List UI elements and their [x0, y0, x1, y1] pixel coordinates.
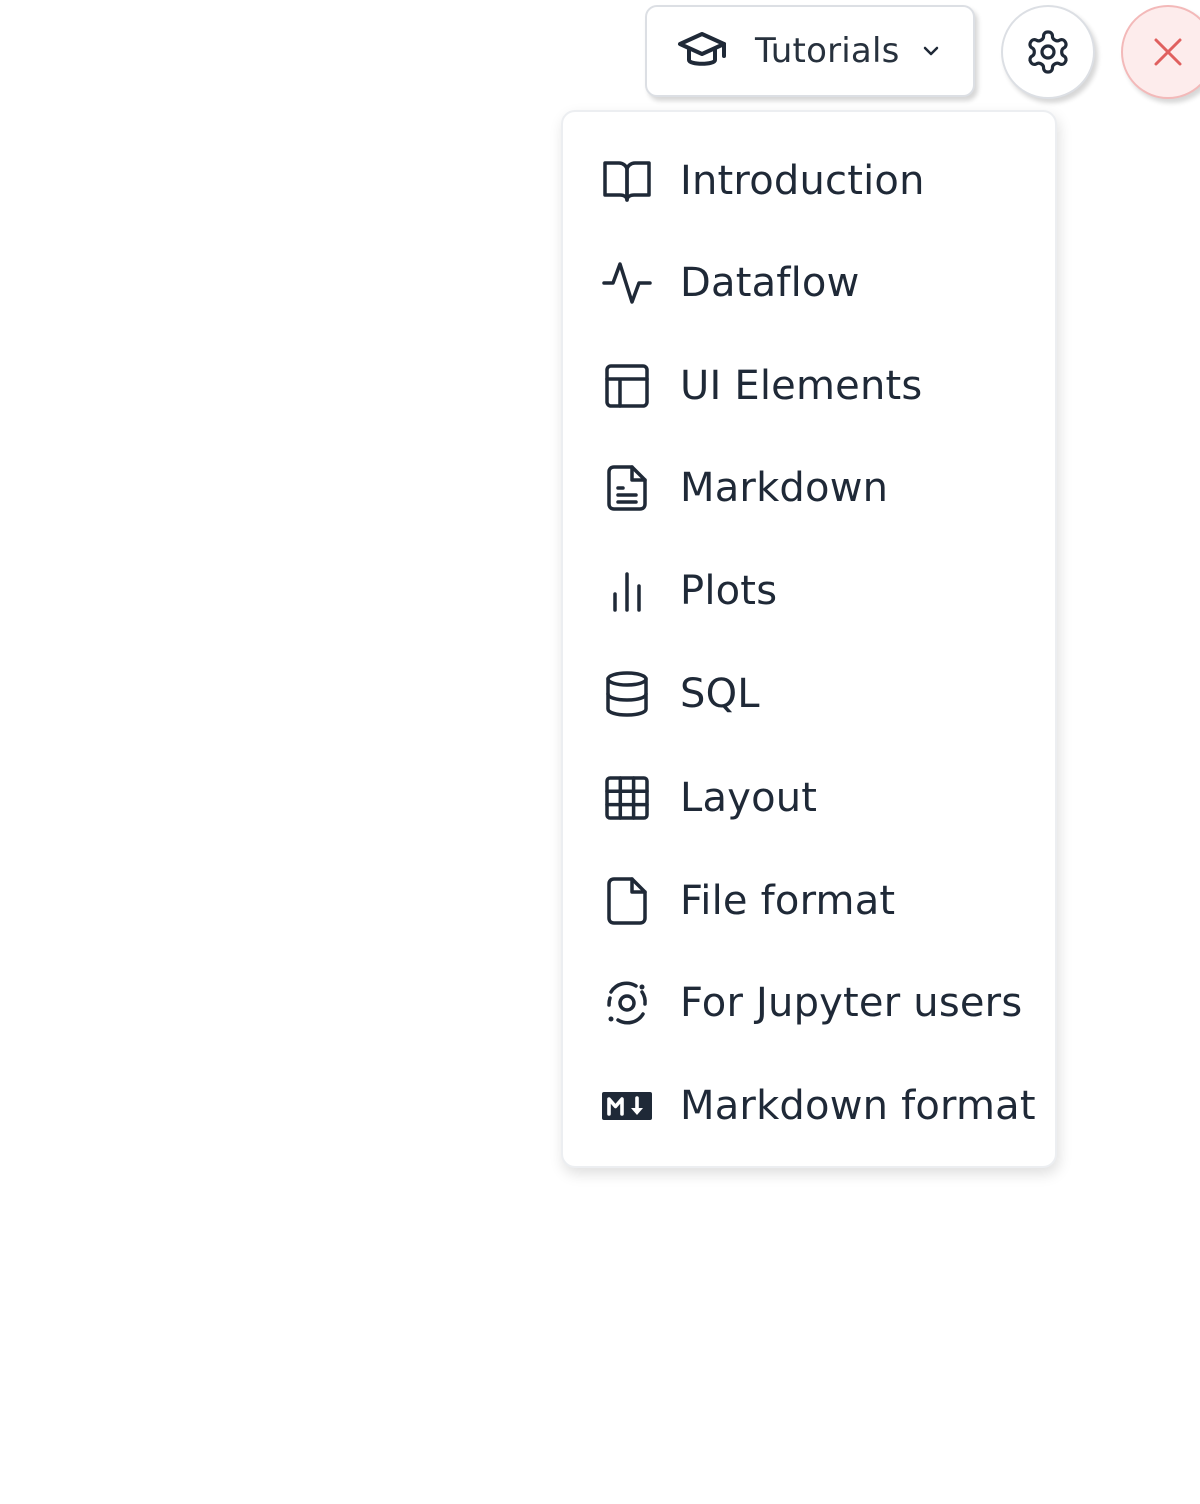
chevron-down-icon — [922, 45, 940, 57]
layout-icon — [601, 360, 653, 412]
menu-item-label: Markdown format — [680, 1083, 1036, 1129]
settings-button[interactable] — [1001, 5, 1095, 99]
menu-item-label: UI Elements — [680, 363, 923, 409]
menu-item-layout[interactable]: Layout — [563, 748, 1055, 848]
graduation-cap-icon — [677, 30, 727, 72]
menu-item-ui-elements[interactable]: UI Elements — [563, 336, 1055, 436]
close-button[interactable] — [1121, 5, 1200, 99]
menu-item-file-format[interactable]: File format — [563, 851, 1055, 951]
book-open-icon — [601, 155, 653, 207]
file-icon — [601, 875, 653, 927]
markdown-icon — [601, 1080, 653, 1132]
tutorials-label: Tutorials — [755, 31, 900, 71]
menu-item-label: Layout — [680, 775, 818, 821]
file-text-icon — [601, 462, 653, 514]
menu-item-label: File format — [680, 878, 896, 924]
grid-icon — [601, 772, 653, 824]
menu-item-introduction[interactable]: Introduction — [563, 131, 1055, 231]
bar-chart-icon — [601, 565, 653, 617]
jupyter-icon — [601, 977, 653, 1029]
tutorials-button[interactable]: Tutorials — [645, 5, 975, 97]
activity-icon — [601, 257, 653, 309]
database-icon — [601, 668, 653, 720]
menu-item-label: Markdown — [680, 465, 889, 511]
menu-item-label: For Jupyter users — [680, 980, 1023, 1026]
menu-item-markdown-format[interactable]: Markdown format — [563, 1056, 1055, 1156]
menu-item-markdown[interactable]: Markdown — [563, 438, 1055, 538]
menu-item-label: SQL — [680, 671, 760, 717]
menu-item-label: Plots — [680, 568, 778, 614]
menu-item-sql[interactable]: SQL — [563, 644, 1055, 744]
menu-item-plots[interactable]: Plots — [563, 541, 1055, 641]
menu-item-dataflow[interactable]: Dataflow — [563, 233, 1055, 333]
close-icon — [1151, 35, 1185, 69]
gear-icon — [1024, 28, 1072, 76]
menu-item-for-jupyter-users[interactable]: For Jupyter users — [563, 953, 1055, 1053]
menu-item-label: Dataflow — [680, 260, 860, 306]
tutorials-dropdown-menu: Introduction Dataflow UI Elements Markdo… — [561, 110, 1057, 1168]
menu-item-label: Introduction — [680, 158, 925, 204]
